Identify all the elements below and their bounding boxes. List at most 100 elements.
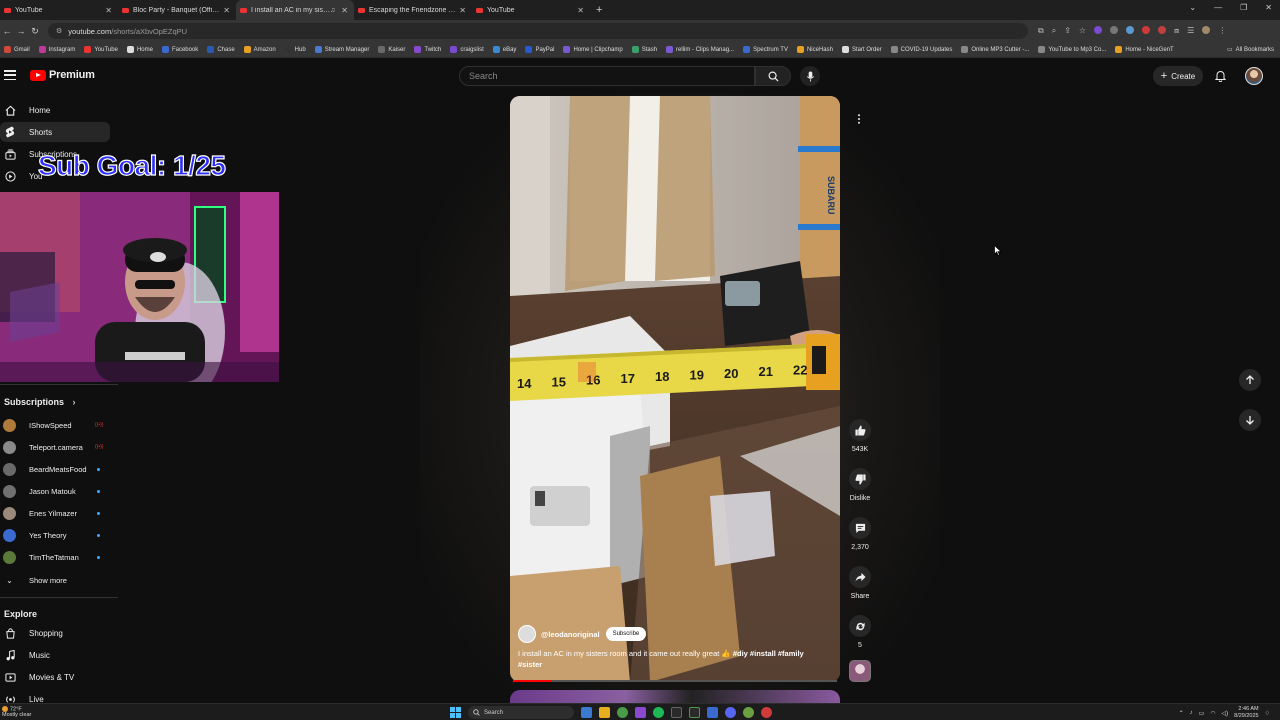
discord-icon[interactable] [725, 707, 736, 718]
zoom-icon[interactable]: ⌕ [1052, 26, 1056, 36]
bookmark-item[interactable]: Stream Manager [314, 46, 369, 53]
file-explorer-icon[interactable] [599, 707, 610, 718]
explore-item-movies-tv[interactable]: Movies & TV [0, 667, 110, 687]
notifications-bell-icon[interactable]: ♢ [1265, 710, 1270, 717]
shorts-video-player[interactable]: SUBARU 14 15 16 17 18 19 20 21 22 [510, 96, 840, 682]
back-icon[interactable]: ← [0, 26, 14, 36]
taskbar-app-icon[interactable] [581, 707, 592, 718]
extension-icon[interactable] [1142, 26, 1151, 34]
notes-icon[interactable] [707, 707, 718, 718]
extensions-puzzle-icon[interactable]: ⧈ [1174, 26, 1179, 36]
search-input[interactable]: Search [459, 66, 755, 86]
reading-list-icon[interactable]: ☰ [1187, 26, 1194, 36]
bookmark-item[interactable]: Home - NiceGenT [1115, 46, 1174, 53]
bookmark-item[interactable]: Start Order [841, 46, 882, 53]
twitch-icon[interactable] [635, 707, 646, 718]
bookmark-item[interactable]: Facebook [161, 46, 198, 53]
browser-tab[interactable]: Bloc Party - Banquet (Official M✕ [118, 0, 236, 20]
monitor-icon[interactable]: ▭ [1199, 710, 1205, 717]
site-info-icon[interactable]: ⚙ [56, 27, 62, 35]
bookmark-item[interactable]: Instagram [38, 46, 75, 53]
short-title[interactable]: I install an AC in my sisters room and i… [518, 648, 818, 670]
browser-tab[interactable]: Escaping the Friendzone - YouT✕ [354, 0, 472, 20]
search-button[interactable] [755, 66, 791, 86]
remix-button[interactable]: 5 [845, 615, 875, 649]
browser-tab[interactable]: I install an AC in my sister ♫ ✕ [236, 0, 354, 20]
bookmark-item[interactable]: Twitch [414, 46, 441, 53]
bookmark-item[interactable]: NiceHash [796, 46, 833, 53]
bookmark-item[interactable]: Online MP3 Cutter -... [961, 46, 1029, 53]
bookmark-item[interactable]: eBay [492, 46, 516, 53]
wifi-icon[interactable]: ◠ [1210, 710, 1215, 717]
terminal-icon[interactable] [689, 707, 700, 718]
taskbar-clock[interactable]: 2:46 AM 8/29/2025 [1234, 706, 1258, 720]
bookmark-star-icon[interactable]: ☆ [1079, 26, 1086, 36]
tab-close-icon[interactable]: ✕ [341, 6, 348, 15]
forward-icon[interactable]: → [14, 26, 28, 36]
previous-short-button[interactable] [1239, 369, 1261, 391]
sidebar-item-home[interactable]: Home [0, 100, 110, 120]
explore-item-music[interactable]: Music [0, 645, 110, 665]
extension-icon[interactable] [1094, 26, 1103, 34]
taskbar-search[interactable]: Search [468, 706, 574, 719]
youtube-logo[interactable]: Premium [30, 69, 95, 81]
account-avatar[interactable] [1245, 67, 1263, 85]
chrome-menu-icon[interactable]: ⋮ [1218, 26, 1226, 36]
obs-icon[interactable] [671, 707, 682, 718]
maximize-icon[interactable]: ❐ [1240, 3, 1247, 12]
browser-tab[interactable]: YouTube ✕ [472, 0, 590, 20]
subscription-item[interactable]: IShowSpeed ((•)) [0, 415, 110, 435]
sound-thumbnail[interactable] [849, 660, 871, 682]
subscription-item[interactable]: Teleport.camera ((•)) [0, 437, 110, 457]
cast-icon[interactable]: ⧉ [1038, 26, 1044, 36]
volume-icon[interactable]: ◁) [1222, 710, 1229, 717]
tray-chevron-icon[interactable]: ⌃ [1179, 710, 1184, 717]
channel-avatar[interactable] [518, 625, 536, 643]
tab-search-icon[interactable]: ⌄ [1189, 3, 1196, 12]
bookmark-item[interactable]: YouTube to Mp3 Co... [1038, 46, 1106, 53]
bookmark-item[interactable]: Chase [207, 46, 235, 53]
minimize-icon[interactable]: — [1214, 3, 1222, 12]
bookmark-item[interactable]: YouTube [84, 46, 118, 53]
subscription-item[interactable]: Jason Matouk [0, 481, 110, 501]
next-short-button[interactable] [1239, 409, 1261, 431]
subscription-item[interactable]: TimTheTatman [0, 548, 110, 568]
bookmark-item[interactable]: Home [126, 46, 153, 53]
bookmark-item[interactable]: Hub [284, 46, 306, 53]
tab-close-icon[interactable]: ✕ [223, 6, 230, 15]
show-more-button[interactable]: ⌄ Show more [0, 570, 110, 590]
guide-menu-icon[interactable] [4, 70, 16, 80]
sidebar-item-shorts[interactable]: Shorts [0, 122, 110, 142]
short-progress-bar[interactable] [513, 680, 837, 682]
spotify-icon[interactable] [653, 707, 664, 718]
create-button[interactable]: + Create [1153, 66, 1203, 86]
bookmark-item[interactable]: craigslist [450, 46, 484, 53]
reload-icon[interactable]: ↻ [28, 26, 42, 37]
share-button[interactable]: Share [845, 566, 875, 600]
share-page-icon[interactable]: ⇪ [1064, 26, 1071, 36]
bookmark-item[interactable]: PayPal [525, 46, 554, 53]
bookmark-item[interactable]: Stash [631, 46, 657, 53]
new-tab-button[interactable]: + [596, 4, 602, 16]
windows-start-icon[interactable] [450, 707, 461, 718]
bookmark-item[interactable]: Spectrum TV [743, 46, 788, 53]
bookmark-item[interactable]: Gmail [4, 46, 30, 53]
subscription-item[interactable]: Yes Theory [0, 526, 110, 546]
tab-close-icon[interactable]: ✕ [459, 6, 466, 15]
subscription-item[interactable]: Enes Yilmazer [0, 503, 110, 523]
more-actions-button[interactable] [850, 110, 868, 128]
explore-item-shopping[interactable]: Shopping [0, 623, 110, 643]
profile-icon[interactable] [1202, 26, 1211, 34]
mic-tray-icon[interactable]: ♪ [1190, 710, 1193, 716]
channel-handle[interactable]: @leodanoriginal [541, 630, 600, 639]
tab-close-icon[interactable]: ✕ [105, 6, 112, 15]
extension-icon[interactable] [1126, 26, 1135, 34]
bookmark-item[interactable]: Amazon [243, 46, 276, 53]
chrome-icon[interactable] [617, 707, 628, 718]
subscription-item[interactable]: BeardMeatsFood [0, 459, 110, 479]
browser-tab[interactable]: YouTube ✕ [0, 0, 118, 20]
tab-audio-icon[interactable]: ♫ [330, 7, 335, 14]
bookmark-item[interactable]: COVID-19 Updates [890, 46, 952, 53]
pdf-extension-icon[interactable] [1158, 26, 1167, 34]
dislike-button[interactable]: Dislike [845, 468, 875, 502]
